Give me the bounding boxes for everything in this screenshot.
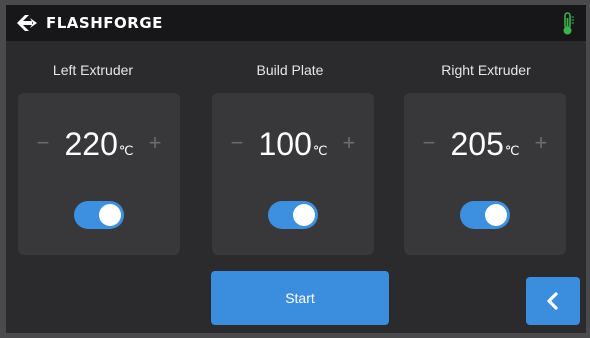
flashforge-logo-icon — [17, 15, 37, 31]
screen: FLASHFORGE Left Extruder − 220℃ + Build … — [6, 5, 586, 333]
right-extruder-title: Right Extruder — [441, 62, 531, 78]
build-plate-toggle[interactable] — [268, 201, 318, 229]
chevron-left-icon — [547, 292, 558, 310]
start-button[interactable]: Start — [211, 271, 389, 325]
build-plate-unit: ℃ — [312, 143, 328, 158]
left-extruder-card: − 220℃ + — [18, 93, 180, 255]
build-plate-card: − 100℃ + — [212, 93, 374, 255]
logo: FLASHFORGE — [16, 14, 163, 32]
build-plate-value: 100 — [258, 126, 312, 162]
left-extruder-value: 220 — [64, 126, 118, 162]
right-extruder-card: − 205℃ + — [404, 93, 566, 255]
toggle-knob — [293, 204, 315, 226]
toggle-knob — [99, 204, 121, 226]
right-extruder-unit: ℃ — [504, 143, 520, 158]
left-extruder-unit: ℃ — [118, 143, 134, 158]
build-plate-title: Build Plate — [256, 62, 324, 78]
right-extruder-increase-button[interactable]: + — [530, 129, 552, 157]
thermometer-icon[interactable] — [561, 12, 575, 36]
toggle-knob — [485, 204, 507, 226]
build-plate-increase-button[interactable]: + — [338, 129, 360, 157]
left-extruder-increase-button[interactable]: + — [144, 129, 166, 157]
brand-name: FLASHFORGE — [46, 14, 163, 32]
right-extruder-value: 205 — [450, 126, 504, 162]
back-button[interactable] — [526, 277, 580, 325]
left-extruder-title: Left Extruder — [52, 62, 134, 78]
left-extruder-toggle[interactable] — [74, 201, 124, 229]
top-bar: FLASHFORGE — [6, 5, 586, 41]
right-extruder-toggle[interactable] — [460, 201, 510, 229]
